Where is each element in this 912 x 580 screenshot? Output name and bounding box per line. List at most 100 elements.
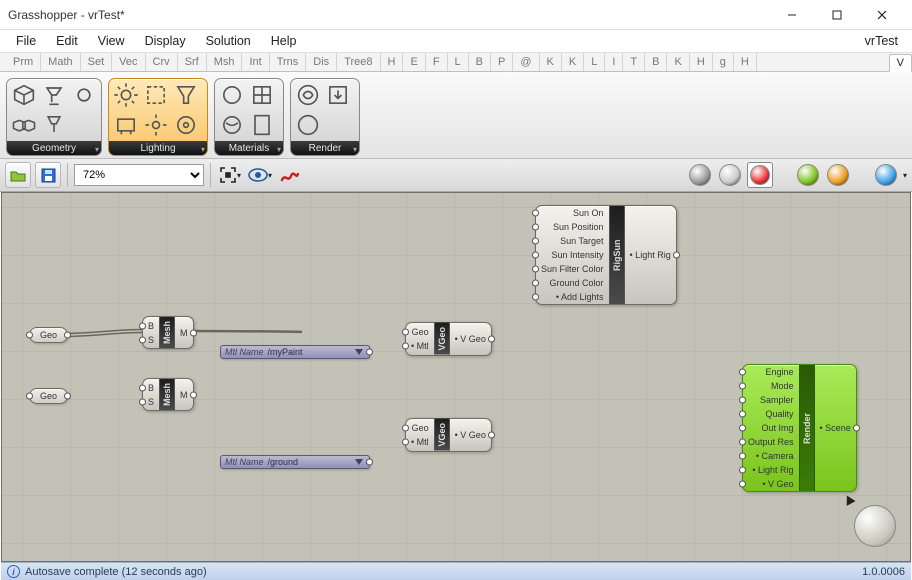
tab-f[interactable]: F <box>426 53 448 71</box>
tab-v-active[interactable]: V <box>889 54 912 72</box>
sun-icon[interactable] <box>112 81 140 109</box>
funnel-icon[interactable] <box>172 81 200 109</box>
shade-sphere-blue[interactable] <box>873 162 899 188</box>
node-rigsun[interactable]: Sun On Sun Position Sun Target Sun Inten… <box>535 205 677 305</box>
tab-crv[interactable]: Crv <box>146 53 178 71</box>
zoom-fit-button[interactable]: ▾ <box>217 162 243 188</box>
param-geo-1[interactable]: Geo <box>29 327 68 343</box>
port-sun-on[interactable]: Sun On <box>536 206 609 220</box>
light-rect-icon[interactable] <box>112 111 140 139</box>
port-add-lights[interactable]: • Add Lights <box>536 290 609 304</box>
menu-file[interactable]: File <box>6 32 46 50</box>
tab-vec[interactable]: Vec <box>112 53 145 71</box>
shade-sphere-red[interactable] <box>747 162 773 188</box>
port-geo[interactable]: Geo <box>406 421 434 435</box>
shade-sphere-1[interactable] <box>687 162 713 188</box>
tab-p[interactable]: P <box>491 53 513 71</box>
shade-sphere-2[interactable] <box>717 162 743 188</box>
download-icon[interactable] <box>324 81 352 109</box>
node-vgeo-2[interactable]: Geo • Mtl VGeo • V Geo <box>405 418 492 452</box>
tab-t[interactable]: T <box>623 53 645 71</box>
port-sun-target[interactable]: Sun Target <box>536 234 609 248</box>
disc-icon[interactable] <box>172 111 200 139</box>
port-ground-color[interactable]: Ground Color <box>536 276 609 290</box>
port-s[interactable]: S <box>143 395 159 409</box>
expand-icon[interactable]: ▾ <box>95 145 99 154</box>
port-vgeo-out[interactable]: • V Geo <box>450 332 491 346</box>
port-camera[interactable]: • Camera <box>743 449 799 463</box>
port-engine[interactable]: Engine <box>743 365 799 379</box>
node-mesh-1[interactable]: B S Mesh M <box>142 316 194 349</box>
canvas[interactable]: Sun On Sun Position Sun Target Sun Inten… <box>1 192 911 562</box>
menu-view[interactable]: View <box>88 32 135 50</box>
lamp2-icon[interactable] <box>40 111 68 139</box>
node-render[interactable]: Engine Mode Sampler Quality Out Img Outp… <box>742 364 857 492</box>
maximize-button[interactable] <box>814 0 859 29</box>
port-sun-position[interactable]: Sun Position <box>536 220 609 234</box>
tab-math[interactable]: Math <box>41 53 80 71</box>
tab-msh[interactable]: Msh <box>207 53 243 71</box>
port-vgeo-out[interactable]: • V Geo <box>450 428 491 442</box>
port-sun-intensity[interactable]: Sun Intensity <box>536 248 609 262</box>
port-out-img[interactable]: Out Img <box>743 421 799 435</box>
panel-mtl-name-1[interactable]: Mtl Name /myPaint <box>220 345 370 359</box>
port-geo[interactable]: Geo <box>406 325 434 339</box>
cubes-icon[interactable] <box>10 111 38 139</box>
tab-b2[interactable]: B <box>645 53 667 71</box>
tab-dis[interactable]: Dis <box>306 53 337 71</box>
tab-e[interactable]: E <box>403 53 425 71</box>
port-mtl[interactable]: • Mtl <box>406 339 434 353</box>
canvas-compass[interactable] <box>848 499 896 547</box>
tab-trns[interactable]: Trns <box>270 53 307 71</box>
expand-icon[interactable]: ▾ <box>353 145 357 154</box>
checker-icon[interactable] <box>248 81 276 109</box>
rays-icon[interactable] <box>142 111 170 139</box>
shade-sphere-green[interactable] <box>795 162 821 188</box>
shade-sphere-orange[interactable] <box>825 162 851 188</box>
port-b[interactable]: B <box>143 319 159 333</box>
node-vgeo-1[interactable]: Geo • Mtl VGeo • V Geo <box>405 322 492 356</box>
node-mesh-2[interactable]: B S Mesh M <box>142 378 194 411</box>
expand-icon[interactable]: ▾ <box>277 145 281 154</box>
port-vgeo-in[interactable]: • V Geo <box>743 477 799 491</box>
menu-solution[interactable]: Solution <box>196 32 261 50</box>
expand-icon[interactable]: ▾ <box>201 145 205 154</box>
port-mtl[interactable]: • Mtl <box>406 435 434 449</box>
tab-b1[interactable]: B <box>469 53 491 71</box>
tab-h1[interactable]: H <box>381 53 404 71</box>
close-button[interactable] <box>859 0 904 29</box>
render-logo-icon[interactable] <box>294 81 322 109</box>
minimize-button[interactable] <box>769 0 814 29</box>
mat-ball-icon[interactable] <box>218 81 246 109</box>
tab-h2[interactable]: H <box>690 53 713 71</box>
open-button[interactable] <box>5 162 31 188</box>
tab-k3[interactable]: K <box>667 53 689 71</box>
tab-k1[interactable]: K <box>540 53 562 71</box>
port-output-res[interactable]: Output Res <box>743 435 799 449</box>
tab-i[interactable]: I <box>605 53 623 71</box>
menu-edit[interactable]: Edit <box>46 32 88 50</box>
port-sampler[interactable]: Sampler <box>743 393 799 407</box>
menu-display[interactable]: Display <box>135 32 196 50</box>
port-light-rig[interactable]: • Light Rig <box>625 248 676 262</box>
save-button[interactable] <box>35 162 61 188</box>
tab-h3[interactable]: H <box>734 53 757 71</box>
tab-glower[interactable]: g <box>713 53 734 71</box>
port-light-rig-in[interactable]: • Light Rig <box>743 463 799 477</box>
lamp-icon[interactable] <box>40 81 68 109</box>
port-b[interactable]: B <box>143 381 159 395</box>
tab-l2[interactable]: L <box>584 53 605 71</box>
port-mode[interactable]: Mode <box>743 379 799 393</box>
port-s[interactable]: S <box>143 333 159 347</box>
port-sun-filter-color[interactable]: Sun Filter Color <box>536 262 609 276</box>
tab-at[interactable]: @ <box>513 53 539 71</box>
port-scene[interactable]: • Scene <box>815 421 856 435</box>
param-geo-2[interactable]: Geo <box>29 388 68 404</box>
zoom-select[interactable]: 72% <box>74 164 204 186</box>
port-quality[interactable]: Quality <box>743 407 799 421</box>
page-icon[interactable] <box>248 111 276 139</box>
frame-icon[interactable] <box>142 81 170 109</box>
tab-prm[interactable]: Prm <box>6 53 41 71</box>
tab-k2[interactable]: K <box>562 53 584 71</box>
tab-set[interactable]: Set <box>81 53 113 71</box>
